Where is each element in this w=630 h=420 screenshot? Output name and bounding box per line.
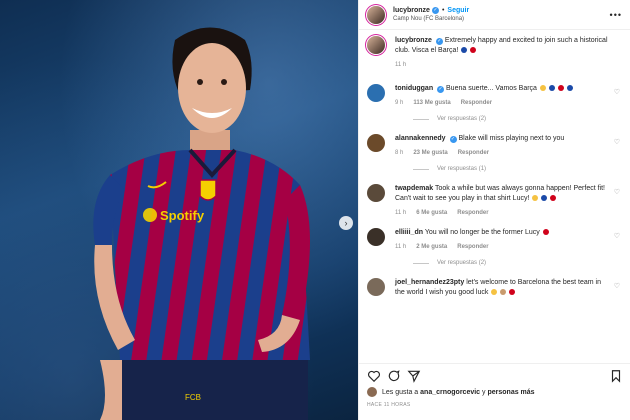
- liker-username[interactable]: ana_crnogorcevic: [420, 389, 480, 396]
- red-circle-emoji-icon: [470, 47, 477, 54]
- verified-badge-icon: ✓: [435, 38, 443, 45]
- verified-badge-icon: ✓: [449, 136, 457, 143]
- comment: elliiii_dn You will no longer be the for…: [367, 228, 622, 250]
- next-photo-button[interactable]: ›: [339, 216, 353, 230]
- commenter-username[interactable]: alannakennedy: [395, 135, 446, 142]
- author-avatar[interactable]: [367, 5, 385, 24]
- instagram-post: Spotify FCB › lucybronze ✓ • Seguir Camp…: [0, 0, 630, 420]
- like-comment-icon[interactable]: ♡: [614, 232, 620, 240]
- reply-button[interactable]: Responder: [457, 244, 488, 250]
- commenter-username[interactable]: toniduggan: [395, 85, 433, 92]
- caption-time[interactable]: 11 h: [395, 62, 406, 68]
- likes-others-link[interactable]: personas más: [487, 389, 534, 396]
- post-timestamp[interactable]: HACE 11 HORAS: [367, 402, 623, 408]
- comment-time[interactable]: 8 h: [395, 150, 403, 156]
- author-username[interactable]: lucybronze: [393, 7, 430, 14]
- comment-time[interactable]: 11 h: [395, 244, 406, 250]
- post-header: lucybronze ✓ • Seguir Camp Nou (FC Barce…: [359, 0, 630, 30]
- player-figure: Spotify FCB: [93, 27, 310, 420]
- likes-summary: Les gusta a ana_crnogorcevic y personas …: [367, 387, 623, 397]
- comment-time[interactable]: 11 h: [395, 210, 406, 216]
- view-replies-label: Ver respuestas (2): [437, 116, 487, 122]
- comment-time[interactable]: 9 h: [395, 100, 403, 106]
- red-heart-emoji-icon: [542, 229, 549, 236]
- commenter-avatar[interactable]: [367, 228, 385, 246]
- comment-text: Blake will miss playing next to you: [458, 135, 565, 142]
- face-emoji-icon: [532, 195, 539, 202]
- blue-heart-emoji-icon: [548, 85, 555, 92]
- face-emoji-icon: [539, 85, 546, 92]
- comment: toniduggan ✓ Buena suerte... Vamos Barça…: [367, 84, 622, 106]
- comment-likes[interactable]: 2 Me gusta: [416, 244, 447, 250]
- replies-divider: [413, 118, 429, 120]
- red-heart-emoji-icon: [557, 85, 564, 92]
- like-comment-icon[interactable]: ♡: [614, 88, 620, 96]
- view-replies-button[interactable]: Ver respuestas (2): [413, 260, 622, 266]
- replies-divider: [413, 168, 429, 170]
- view-replies-label: Ver respuestas (1): [437, 166, 487, 172]
- save-bookmark-icon[interactable]: [609, 369, 623, 383]
- red-circle-emoji-icon: [550, 195, 557, 202]
- comment: joel_hernandez23pty let's welcome to Bar…: [367, 278, 622, 298]
- follow-button[interactable]: Seguir: [447, 7, 469, 14]
- comment-likes[interactable]: 113 Me gusta: [413, 100, 450, 106]
- likes-middle: y: [482, 388, 486, 396]
- comments-list[interactable]: lucybronze ✓ Extremely happy and excited…: [359, 30, 630, 363]
- comment-bubble-icon[interactable]: [387, 369, 401, 383]
- svg-text:Spotify: Spotify: [160, 208, 205, 223]
- replies-divider: [413, 262, 429, 264]
- commenter-avatar[interactable]: [367, 278, 385, 296]
- action-bar: [367, 368, 623, 384]
- separator-dot: •: [441, 7, 445, 14]
- commenter-avatar[interactable]: [367, 134, 385, 152]
- post-sidebar: lucybronze ✓ • Seguir Camp Nou (FC Barce…: [358, 0, 630, 420]
- comment-likes[interactable]: 6 Me gusta: [416, 210, 447, 216]
- like-comment-icon[interactable]: ♡: [614, 138, 620, 146]
- like-heart-icon[interactable]: [367, 369, 381, 383]
- commenter-avatar[interactable]: [367, 184, 385, 202]
- author-avatar-small[interactable]: [367, 36, 385, 54]
- reply-button[interactable]: Responder: [461, 100, 492, 106]
- comment: alannakennedy ✓ Blake will miss playing …: [367, 134, 622, 156]
- caption-username[interactable]: lucybronze: [395, 37, 432, 44]
- share-paper-plane-icon[interactable]: [407, 369, 421, 383]
- face-emoji-icon: [491, 289, 498, 296]
- blue-heart-emoji-icon: [566, 85, 573, 92]
- commenter-username[interactable]: elliiii_dn: [395, 229, 423, 236]
- post-caption: lucybronze ✓ Extremely happy and excited…: [367, 36, 622, 68]
- svg-text:FCB: FCB: [185, 393, 201, 402]
- view-replies-button[interactable]: Ver respuestas (1): [413, 166, 622, 172]
- view-replies-label: Ver respuestas (2): [437, 260, 487, 266]
- like-comment-icon[interactable]: ♡: [614, 282, 620, 290]
- more-options-icon[interactable]: •••: [610, 10, 622, 20]
- view-replies-button[interactable]: Ver respuestas (2): [413, 116, 622, 122]
- post-actions: Les gusta a ana_crnogorcevic y personas …: [359, 363, 630, 408]
- red-heart-emoji-icon: [509, 289, 516, 296]
- commenter-username[interactable]: joel_hernandez23pty: [395, 279, 464, 286]
- comment-text: Buena suerte... Vamos Barça: [446, 85, 537, 92]
- verified-badge-icon: ✓: [437, 86, 445, 93]
- commenter-avatar[interactable]: [367, 84, 385, 102]
- face-emoji-icon: [500, 289, 507, 296]
- post-photo[interactable]: Spotify FCB ›: [0, 0, 358, 420]
- author-info: lucybronze ✓ • Seguir Camp Nou (FC Barce…: [393, 7, 610, 22]
- likes-prefix: Les gusta a: [382, 388, 419, 396]
- comment-likes[interactable]: 23 Me gusta: [413, 150, 447, 156]
- reply-button[interactable]: Responder: [457, 210, 488, 216]
- comment-text: You will no longer be the former Lucy: [424, 229, 540, 236]
- reply-button[interactable]: Responder: [458, 150, 489, 156]
- liker-avatar[interactable]: [367, 387, 377, 397]
- blue-circle-emoji-icon: [461, 47, 468, 54]
- commenter-username[interactable]: twapdemak: [395, 185, 433, 192]
- blue-circle-emoji-icon: [541, 195, 548, 202]
- verified-badge-icon: ✓: [431, 7, 439, 14]
- like-comment-icon[interactable]: ♡: [614, 188, 620, 196]
- post-location[interactable]: Camp Nou (FC Barcelona): [393, 16, 610, 22]
- comment: twapdemak Took a while but was always go…: [367, 184, 622, 216]
